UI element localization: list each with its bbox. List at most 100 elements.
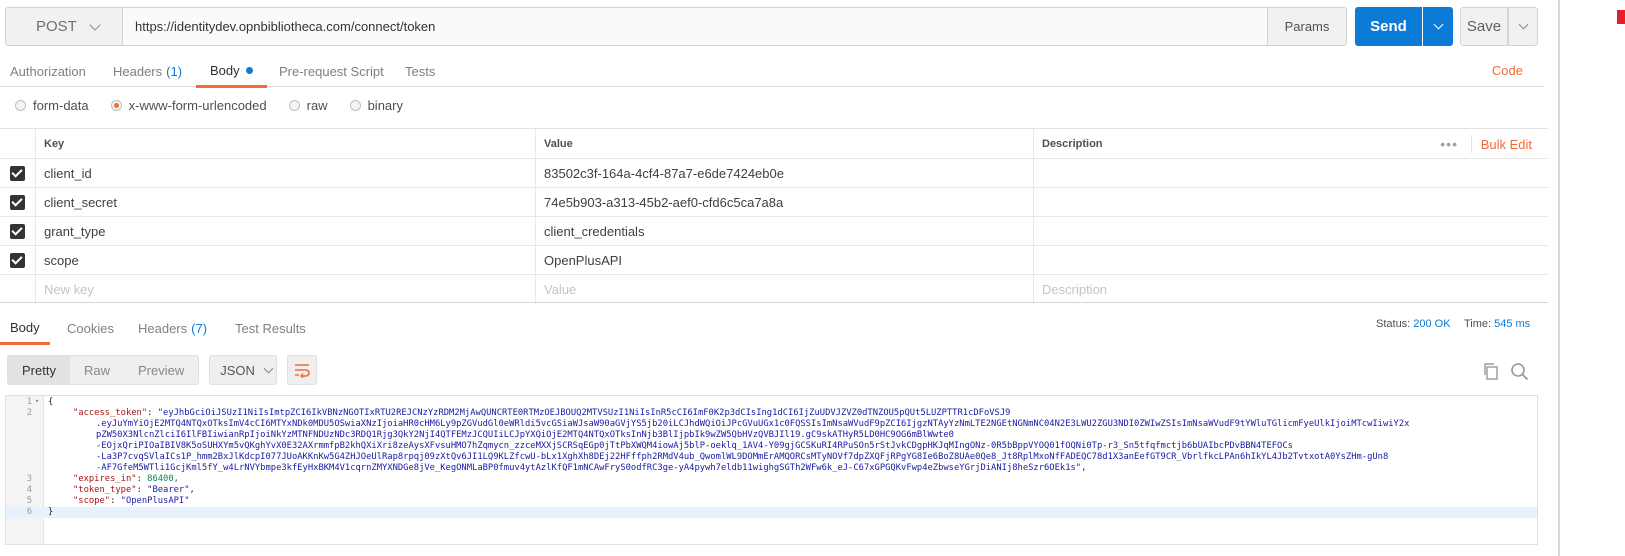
value-field[interactable]: 74e5b903-a313-45b2-aef0-cfd6c5ca7a8a — [536, 188, 1034, 216]
tab-headers[interactable]: Headers (1) — [113, 55, 182, 87]
code-link[interactable]: Code — [1492, 63, 1523, 78]
radio-label: raw — [306, 97, 328, 113]
header-value: Value — [536, 129, 1034, 158]
tab-test-results[interactable]: Test Results — [235, 312, 306, 344]
radio-label: x-www-form-urlencoded — [128, 97, 267, 113]
code-text: "token_type": "Bearer", — [73, 485, 195, 495]
value-field[interactable]: 83502c3f-164a-4cf4-87a7-e6de7424eb0e — [536, 159, 1034, 187]
radio-circle-icon — [349, 99, 361, 111]
tab-label: Authorization — [10, 63, 86, 79]
key-field[interactable]: grant_type — [36, 217, 536, 245]
fold-arrow-icon[interactable]: ▾ — [35, 397, 39, 405]
save-button[interactable]: Save — [1460, 7, 1508, 46]
checkbox-checked-icon[interactable] — [10, 223, 25, 239]
key-field[interactable]: client_id — [36, 159, 536, 187]
json-string: -AF7GfeM5WTli1GcjKml5fY_w4LrNVYbmpe3kfEy… — [96, 463, 1087, 473]
url-input[interactable]: https://identitydev.opnbibliotheca.com/c… — [122, 7, 1268, 46]
divider — [0, 302, 1548, 303]
description-field[interactable] — [1034, 246, 1548, 274]
description-field[interactable] — [1034, 217, 1548, 245]
status-label: Status: — [1376, 318, 1411, 330]
value-field[interactable]: client_credentials — [536, 217, 1034, 245]
chevron-down-icon — [1518, 19, 1528, 30]
code-text: } — [48, 507, 54, 517]
tab-response-headers[interactable]: Headers (7) — [138, 312, 207, 344]
response-body-editor[interactable]: 1 ▾ { 2 "access_token": "eyJhbGciOiJSUzI… — [5, 395, 1538, 545]
tab-tests[interactable]: Tests — [405, 55, 435, 87]
value-field[interactable]: OpenPlusAPI — [536, 246, 1034, 274]
table-row: scope OpenPlusAPI — [0, 246, 1548, 275]
checkbox-checked-icon[interactable] — [10, 194, 25, 210]
request-bar: POST https://identitydev.opnbibliotheca.… — [5, 7, 1545, 46]
view-pretty-button[interactable]: Pretty — [8, 356, 70, 384]
tab-pre-request-script[interactable]: Pre-request Script — [279, 55, 384, 87]
new-value-input[interactable]: Value — [536, 275, 1034, 304]
description-field[interactable] — [1034, 159, 1548, 187]
json-string: "Bearer", — [147, 485, 195, 495]
method-select[interactable]: POST — [5, 7, 122, 46]
body-type-radios: form-data x-www-form-urlencoded raw bina… — [15, 96, 425, 114]
send-dropdown-button[interactable] — [1423, 7, 1453, 46]
save-dropdown-button[interactable] — [1508, 7, 1538, 46]
time-value: 545 ms — [1494, 318, 1531, 330]
tab-cookies[interactable]: Cookies — [67, 312, 114, 344]
new-description-input[interactable]: Description — [1034, 275, 1548, 304]
checkbox-checked-icon[interactable] — [10, 252, 25, 268]
key-field[interactable]: scope — [36, 246, 536, 274]
row-check-cell — [0, 159, 36, 187]
tab-label: Headers — [113, 63, 163, 79]
json-string: pZW50X3NlcnZlciI6IlFBIiwianRpIjoiNkYzMTN… — [96, 430, 954, 440]
tab-label: Pre-request Script — [279, 63, 384, 79]
wrap-lines-icon — [295, 364, 310, 378]
copy-icon[interactable] — [1482, 362, 1500, 383]
code-text: "scope": "OpenPlusAPI" — [73, 496, 190, 506]
params-table: Key Value Description ••• Bulk Edit clie… — [0, 128, 1548, 304]
search-icon[interactable] — [1510, 362, 1530, 385]
time-readout: Time: 545 ms — [1464, 318, 1530, 330]
table-row: client_id 83502c3f-164a-4cf4-87a7-e6de74… — [0, 159, 1548, 188]
tab-authorization[interactable]: Authorization — [10, 55, 86, 87]
radio-binary[interactable]: binary — [349, 97, 403, 113]
headers-count: (7) — [191, 320, 208, 336]
chevron-down-icon — [89, 18, 101, 31]
request-tabs: Authorization Headers (1) Body Pre-reques… — [0, 55, 1545, 88]
header-check-cell — [0, 129, 36, 158]
radio-circle-icon — [288, 99, 300, 111]
params-button[interactable]: Params — [1267, 7, 1347, 46]
headers-count: (1) — [166, 63, 183, 79]
view-raw-button[interactable]: Raw — [70, 356, 124, 384]
line-number: 3 — [26, 474, 32, 484]
line-number: 5 — [26, 496, 32, 506]
new-row: New key Value Description — [0, 275, 1548, 304]
more-options-icon[interactable]: ••• — [1440, 129, 1472, 159]
view-preview-button[interactable]: Preview — [124, 356, 198, 384]
json-string: "OpenPlusAPI" — [120, 496, 190, 506]
wrap-lines-button[interactable] — [287, 355, 318, 385]
bulk-edit-link[interactable]: Bulk Edit — [1481, 129, 1532, 159]
code-line-active: 6 } — [6, 507, 1537, 518]
method-label: POST — [36, 18, 77, 35]
tab-response-body[interactable]: Body — [0, 312, 50, 345]
send-button[interactable]: Send — [1355, 7, 1422, 46]
json-string: "eyJhbGciOiJSUzI1NiIsImtpZCI6IkVBNzNGOTI… — [157, 408, 1011, 418]
radio-form-data[interactable]: form-data — [15, 98, 89, 113]
checkbox-checked-icon[interactable] — [10, 165, 25, 181]
json-key: "scope" — [73, 496, 111, 506]
radio-x-www-form-urlencoded[interactable]: x-www-form-urlencoded — [110, 97, 267, 113]
window-scrollbar[interactable] — [1558, 0, 1560, 556]
json-number: 86400, — [147, 474, 179, 484]
json-string: .eyJuYmYiOjE2MTQ4NTQxOTksImV4cCI6MTYxNDk… — [96, 419, 1410, 429]
json-key: "access_token" — [73, 408, 148, 418]
description-field[interactable] — [1034, 188, 1548, 216]
format-select[interactable]: JSON — [209, 355, 278, 385]
chevron-down-icon — [263, 363, 274, 373]
status-readout: Status: 200 OK — [1376, 318, 1451, 330]
radio-label: binary — [367, 97, 403, 113]
radio-raw[interactable]: raw — [288, 97, 328, 113]
chevron-down-icon — [1433, 19, 1443, 30]
new-key-input[interactable]: New key — [36, 275, 536, 304]
tab-body[interactable]: Body — [196, 55, 267, 88]
table-row: grant_type client_credentials — [0, 217, 1548, 246]
key-field[interactable]: client_secret — [36, 188, 536, 216]
line-number: 4 — [26, 485, 32, 495]
